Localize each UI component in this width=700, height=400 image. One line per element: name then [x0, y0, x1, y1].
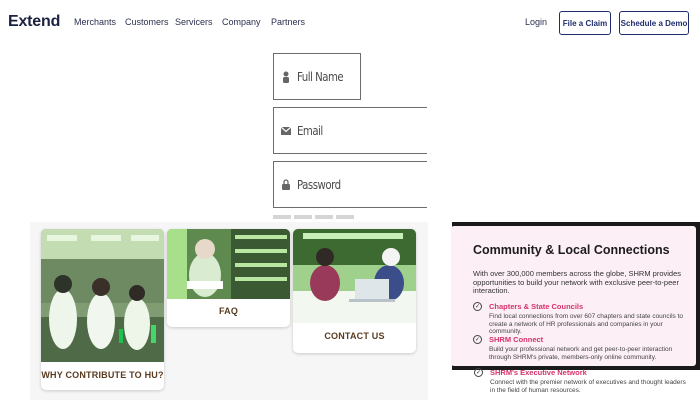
contact-us-card[interactable]: CONTACT US — [293, 229, 416, 353]
login-link[interactable]: Login — [525, 17, 547, 27]
faq-label: FAQ — [218, 306, 239, 316]
check-circle-icon: ✓ — [473, 335, 482, 344]
contact-us-label: CONTACT US — [324, 331, 385, 341]
strength-bar-segment — [294, 215, 312, 219]
email-field[interactable]: Email — [273, 107, 427, 154]
feature-title[interactable]: SHRM's Executive Network — [490, 368, 587, 377]
strength-bar-segment — [273, 215, 291, 219]
why-contribute-label: WHY CONTRIBUTE TO HU? — [41, 370, 164, 380]
why-contribute-card[interactable]: WHY CONTRIBUTE TO HU? — [41, 229, 164, 390]
faq-card[interactable]: FAQ — [167, 229, 290, 327]
nav-merchants[interactable]: Merchants — [74, 17, 116, 27]
nav-customers[interactable]: Customers — [125, 17, 169, 27]
lab-students-photo — [41, 229, 164, 362]
email-placeholder: Email — [297, 123, 323, 138]
file-claim-button[interactable]: File a Claim — [559, 11, 611, 35]
feature-description: Connect with the premier network of exec… — [490, 379, 686, 394]
nav-partners[interactable]: Partners — [271, 17, 305, 27]
library-reading-photo — [167, 229, 290, 299]
strength-bar-segment — [315, 215, 333, 219]
check-circle-icon: ✓ — [473, 302, 482, 311]
students-laptop-photo — [293, 229, 416, 323]
schedule-demo-button[interactable]: Schedule a Demo — [619, 11, 689, 35]
full-name-placeholder: Full Name — [297, 69, 344, 84]
extend-logo[interactable]: Extend — [8, 13, 60, 31]
feature-title[interactable]: SHRM Connect — [489, 335, 543, 344]
envelope-icon — [279, 124, 293, 138]
feature-description: Find local connections from over 607 cha… — [489, 313, 684, 335]
person-icon — [279, 70, 293, 84]
community-connections-panel: Community & Local Connections With over … — [451, 226, 696, 366]
nav-company[interactable]: Company — [222, 17, 261, 27]
full-name-field[interactable]: Full Name — [273, 53, 361, 100]
strength-bar-segment — [336, 215, 354, 219]
check-circle-icon: ✓ — [474, 368, 483, 377]
lock-icon — [279, 178, 293, 192]
panel-title: Community & Local Connections — [473, 243, 670, 257]
feature-description: Build your professional network and get … — [489, 346, 673, 361]
top-navigation-bar: Extend Merchants Customers Servicers Com… — [0, 0, 700, 46]
password-placeholder: Password — [297, 177, 341, 192]
nav-servicers[interactable]: Servicers — [175, 17, 213, 27]
panel-intro: With over 300,000 members across the glo… — [473, 269, 682, 295]
password-field[interactable]: Password — [273, 161, 427, 208]
feature-title[interactable]: Chapters & State Councils — [489, 302, 583, 311]
